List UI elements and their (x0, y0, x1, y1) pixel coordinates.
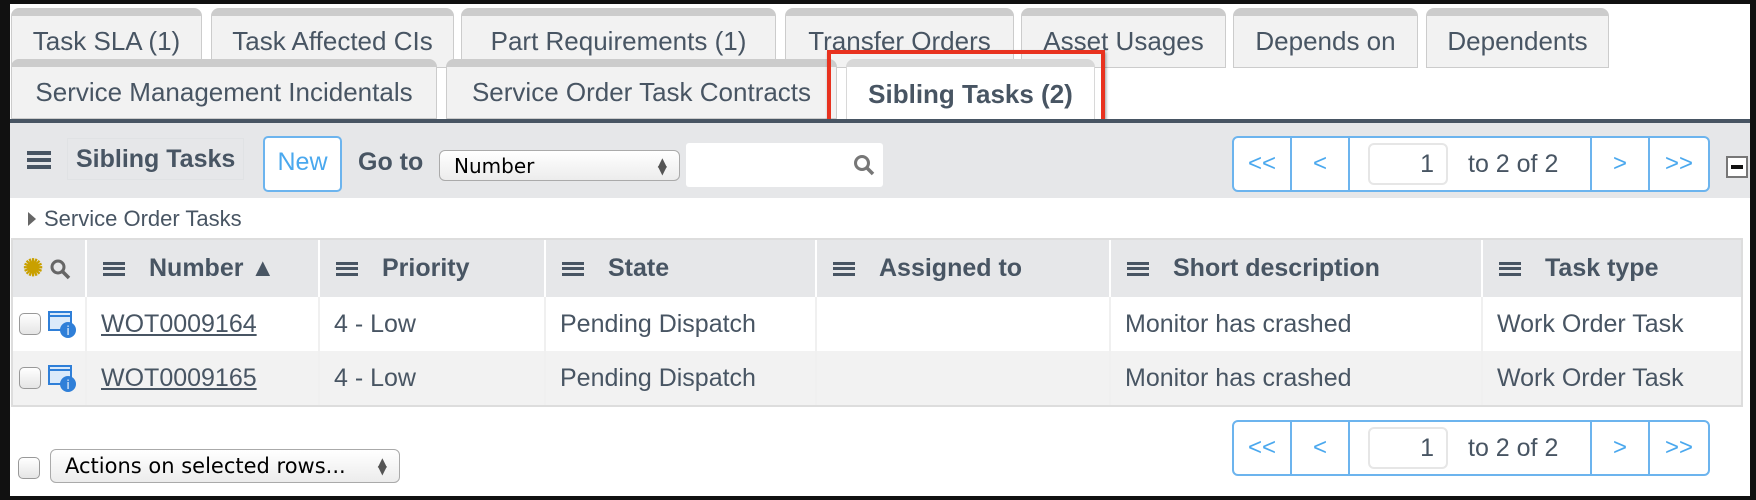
actions-select-value: Actions on selected rows... (65, 454, 346, 478)
prev-page-button[interactable]: < (1292, 422, 1350, 474)
new-button[interactable]: New (263, 136, 342, 192)
column-menu-icon[interactable] (1127, 261, 1149, 276)
page-range: to 2 of 2 (1468, 433, 1559, 462)
actions-select[interactable]: Actions on selected rows... ▲ ▼ (50, 449, 400, 483)
related-list-panel: Task SLA (1) Task Affected CIs Part Requ… (10, 4, 1750, 496)
column-header-short-description[interactable]: Short description (1111, 240, 1483, 297)
collapse-icon[interactable] (1726, 156, 1748, 178)
column-label: Task type (1545, 254, 1659, 282)
priority-cell: 4 - Low (320, 297, 546, 351)
first-page-button[interactable]: << (1234, 422, 1292, 474)
column-menu-icon[interactable] (833, 261, 855, 276)
priority-cell: 4 - Low (320, 351, 546, 405)
column-menu-icon[interactable] (336, 261, 358, 276)
column-menu-icon[interactable] (1499, 261, 1521, 276)
row-checkbox[interactable] (19, 313, 41, 335)
sibling-tasks-table: ✺ Number ▲ Priority State Assigned to Sh… (11, 238, 1743, 407)
tab-dependents[interactable]: Dependents (1426, 8, 1609, 68)
svg-text:i: i (66, 378, 69, 392)
short-description-cell: Monitor has crashed (1111, 351, 1483, 405)
column-header-task-type[interactable]: Task type (1483, 240, 1741, 297)
breadcrumb-label[interactable]: Service Order Tasks (44, 206, 242, 232)
task-number-link[interactable]: WOT0009164 (101, 310, 257, 339)
list-toolbar: Sibling Tasks New Go to Number ▲ ▼ << < 1… (10, 123, 1750, 198)
next-page-button[interactable]: > (1592, 422, 1650, 474)
first-page-button[interactable]: << (1234, 138, 1292, 190)
svg-text:i: i (66, 324, 69, 338)
assigned-to-cell (817, 351, 1111, 405)
highlight-box (827, 50, 1105, 130)
pager-top: << < 1 to 2 of 2 > >> (1232, 136, 1710, 192)
last-page-button[interactable]: >> (1650, 422, 1708, 474)
search-icon[interactable] (853, 154, 875, 176)
column-header-priority[interactable]: Priority (320, 240, 546, 297)
page-input[interactable]: 1 (1368, 143, 1448, 185)
column-menu-icon[interactable] (103, 261, 125, 276)
column-menu-icon[interactable] (562, 261, 584, 276)
record-preview-icon[interactable]: i (47, 363, 77, 393)
gear-icon[interactable]: ✺ (23, 254, 43, 283)
column-header-number[interactable]: Number ▲ (87, 240, 320, 297)
record-preview-icon[interactable]: i (47, 309, 77, 339)
breadcrumb[interactable]: Service Order Tasks (28, 206, 242, 232)
goto-field-select[interactable]: Number ▲ ▼ (439, 150, 680, 181)
column-label: State (608, 254, 670, 282)
state-cell: Pending Dispatch (546, 351, 817, 405)
tab-service-order-task-contracts[interactable]: Service Order Task Contracts (446, 59, 837, 119)
task-type-cell: Work Order Task (1497, 363, 1684, 392)
column-header-assigned-to[interactable]: Assigned to (817, 240, 1111, 297)
task-number-link[interactable]: WOT0009165 (101, 364, 257, 393)
column-label: Priority (382, 254, 470, 282)
page-input[interactable]: 1 (1368, 427, 1448, 469)
caret-right-icon (28, 212, 36, 226)
last-page-button[interactable]: >> (1650, 138, 1708, 190)
search-input[interactable] (686, 143, 883, 187)
table-row: i WOT0009165 4 - Low Pending Dispatch Mo… (13, 351, 1741, 405)
tab-depends-on[interactable]: Depends on (1233, 8, 1418, 68)
pager-bottom: << < 1 to 2 of 2 > >> (1232, 420, 1710, 476)
select-arrows-icon: ▲ ▼ (377, 455, 387, 477)
assigned-to-cell (817, 297, 1111, 351)
list-menu-icon[interactable] (27, 151, 51, 169)
next-page-button[interactable]: > (1592, 138, 1650, 190)
column-header-state[interactable]: State (546, 240, 817, 297)
column-label: Assigned to (879, 254, 1023, 282)
column-label: Short description (1173, 254, 1380, 282)
short-description-cell: Monitor has crashed (1111, 297, 1483, 351)
task-type-cell: Work Order Task (1497, 309, 1684, 338)
search-icon[interactable] (49, 258, 71, 280)
table-row: i WOT0009164 4 - Low Pending Dispatch Mo… (13, 297, 1741, 351)
column-label: Number ▲ (149, 254, 276, 282)
select-all-checkbox[interactable] (18, 457, 40, 479)
prev-page-button[interactable]: < (1292, 138, 1350, 190)
table-header: ✺ Number ▲ Priority State Assigned to Sh… (13, 240, 1741, 297)
state-cell: Pending Dispatch (546, 297, 817, 351)
list-title[interactable]: Sibling Tasks (67, 138, 245, 180)
select-arrows-icon: ▲ ▼ (657, 154, 667, 177)
goto-select-value: Number (454, 153, 535, 178)
page-range: to 2 of 2 (1468, 149, 1559, 178)
row-checkbox[interactable] (19, 367, 41, 389)
goto-label: Go to (358, 148, 424, 176)
tab-service-management-incidentals[interactable]: Service Management Incidentals (11, 59, 437, 119)
